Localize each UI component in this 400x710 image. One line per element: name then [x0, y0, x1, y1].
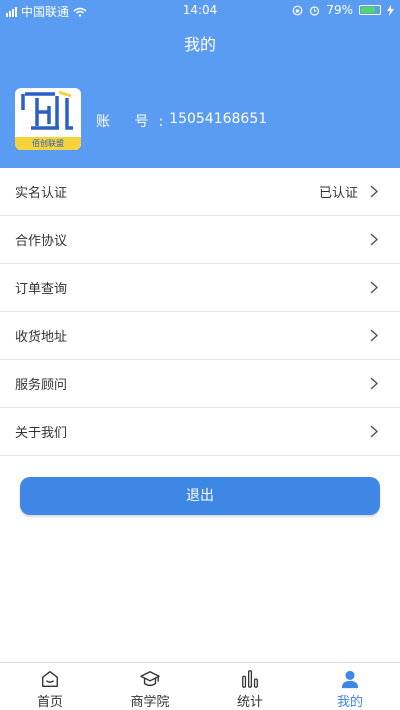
- tab-label: 统计: [236, 695, 263, 710]
- menu-item-label: 合作协议: [15, 234, 68, 249]
- page-title: 我的: [183, 35, 216, 54]
- chevron-right-icon: [370, 233, 379, 246]
- logout-button[interactable]: 退出: [20, 477, 380, 515]
- chevron-right-icon: [370, 185, 379, 198]
- tab-bar: 首页 商学院 统计 我的: [0, 662, 400, 710]
- status-right: 79%: [292, 3, 394, 17]
- menu-item-label: 实名认证: [15, 186, 68, 201]
- charging-icon: [387, 4, 394, 16]
- tab-home[interactable]: 首页: [0, 663, 100, 710]
- menu-item-real-name[interactable]: 实名认证 已认证: [0, 168, 400, 216]
- menu-item-about[interactable]: 关于我们: [0, 408, 400, 456]
- tab-label: 商学院: [130, 695, 170, 710]
- graduation-cap-icon: [140, 671, 160, 687]
- chevron-right-icon: [370, 281, 379, 294]
- profile-header: 中国联通 14:04 79% 我的 佰创联盟 账 号: 15054168651: [0, 0, 400, 168]
- tab-academy[interactable]: 商学院: [100, 663, 200, 710]
- account-label: 账 号:: [96, 114, 174, 130]
- tab-label: 首页: [36, 695, 63, 710]
- menu-item-label: 关于我们: [15, 426, 68, 441]
- chevron-right-icon: [370, 329, 379, 342]
- orientation-lock-icon: [292, 5, 303, 15]
- chevron-right-icon: [370, 377, 379, 390]
- menu-item-label: 订单查询: [15, 282, 68, 297]
- profile-menu: 实名认证 已认证 合作协议 订单查询 收货地址 服务顾问 关于我们: [0, 168, 400, 456]
- logo-icon: [21, 90, 73, 130]
- tab-mine[interactable]: 我的: [300, 663, 400, 710]
- home-icon: [42, 671, 58, 687]
- battery-icon: [359, 5, 381, 15]
- account-info: 账 号: 15054168651: [96, 111, 267, 131]
- user-icon: [341, 670, 359, 689]
- chevron-right-icon: [370, 425, 379, 438]
- menu-item-label: 服务顾问: [15, 378, 68, 393]
- logo-text: 佰创联盟: [15, 137, 81, 150]
- menu-item-orders[interactable]: 订单查询: [0, 264, 400, 312]
- account-value: 15054168651: [169, 111, 268, 127]
- status-bar: 中国联通 14:04 79%: [0, 0, 400, 20]
- stats-icon: [242, 670, 258, 688]
- battery-percent: 79%: [326, 3, 353, 17]
- menu-item-address[interactable]: 收货地址: [0, 312, 400, 360]
- verification-status: 已认证: [318, 186, 358, 201]
- avatar[interactable]: 佰创联盟: [15, 88, 81, 150]
- alarm-icon: [310, 5, 320, 16]
- menu-item-agreement[interactable]: 合作协议: [0, 216, 400, 264]
- tab-label: 我的: [336, 695, 363, 710]
- tab-stats[interactable]: 统计: [200, 663, 300, 710]
- menu-item-advisor[interactable]: 服务顾问: [0, 360, 400, 408]
- menu-item-label: 收货地址: [15, 330, 68, 345]
